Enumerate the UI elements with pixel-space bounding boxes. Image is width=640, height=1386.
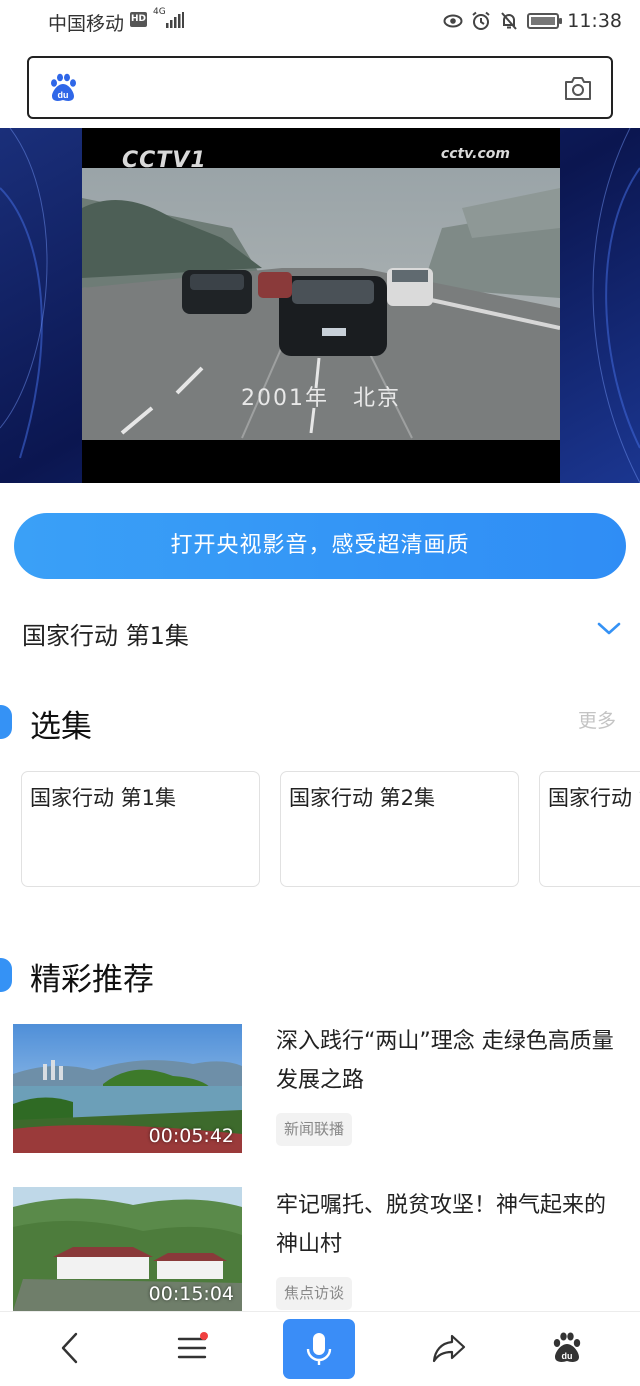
back-button[interactable] [46,1324,94,1372]
eye-icon [443,14,463,28]
svg-text:du: du [58,90,69,100]
battery-icon [527,13,563,29]
episode-card[interactable]: 国家行动 第1集 [21,771,260,887]
car-left [182,270,252,314]
menu-button[interactable] [168,1324,216,1372]
source-tag: 新闻联播 [276,1113,353,1146]
alarm-icon [472,11,490,30]
episode-card[interactable]: 国家行动 第2集 [280,771,519,887]
car-center [279,276,387,356]
hd-badge: HD [130,12,147,27]
source-tag: 焦点访谈 [276,1277,353,1310]
video-thumbnail[interactable]: 00:15:04 [13,1187,242,1311]
baidu-paw-logo-icon[interactable]: du [47,72,79,104]
episode-card-label: 国家行动 第3集 [548,786,640,810]
video-duration: 00:05:42 [148,1125,234,1147]
signal-icon [166,12,184,28]
video-player[interactable]: CCTV1 cctv.com 2001年 北京 [0,128,640,483]
status-bar: 中国移动 HD 4G 11:38 [0,0,640,44]
video-duration: 00:15:04 [148,1283,234,1305]
channel-logo: CCTV1 [122,148,207,173]
more-episodes-link[interactable]: 更多 [578,706,616,733]
baidu-home-icon: du [553,1332,581,1362]
carrier-name: 中国移动 [48,13,125,35]
search-bar[interactable]: du [27,56,613,119]
episode-card-label: 国家行动 第2集 [289,786,436,810]
episode-card-label: 国家行动 第1集 [30,786,177,810]
notification-dot [200,1332,208,1340]
site-logo: cctv.com [440,146,510,162]
voice-search-button[interactable] [283,1319,355,1379]
network-type: 4G [153,7,166,17]
chevron-down-icon[interactable] [596,620,622,638]
current-episode-title: 国家行动 第1集 [22,622,189,650]
video-thumbnail[interactable]: 00:05:42 [13,1024,242,1153]
video-frame: CCTV1 cctv.com 2001年 北京 [82,128,560,483]
clock: 11:38 [567,10,622,32]
share-icon [432,1334,466,1363]
episode-card[interactable]: 国家行动 第3集 [539,771,640,887]
baidu-home-button[interactable]: du [543,1324,591,1372]
bell-off-icon [501,12,517,30]
section-marker [0,705,12,739]
episodes-section-title: 选集 [30,709,92,745]
video-caption: 2001年 北京 [241,386,401,411]
recommend-section-title: 精彩推荐 [30,962,154,998]
back-icon [61,1332,78,1364]
car-right [387,268,433,306]
bottom-navigation: du [0,1311,640,1386]
microphone-icon [306,1333,332,1365]
svg-text:du: du [562,1351,573,1361]
section-marker [0,958,12,992]
open-cctv-app-button[interactable]: 打开央视影音，感受超清画质 [14,513,626,579]
camera-icon[interactable] [563,74,593,102]
recommend-video-title[interactable]: 深入践行“两山”理念 走绿色高质量发展之路 [276,1022,620,1100]
recommend-video-title[interactable]: 牢记嘱托、脱贫攻坚！神气起来的神山村 [276,1186,620,1264]
share-button[interactable] [425,1324,473,1372]
